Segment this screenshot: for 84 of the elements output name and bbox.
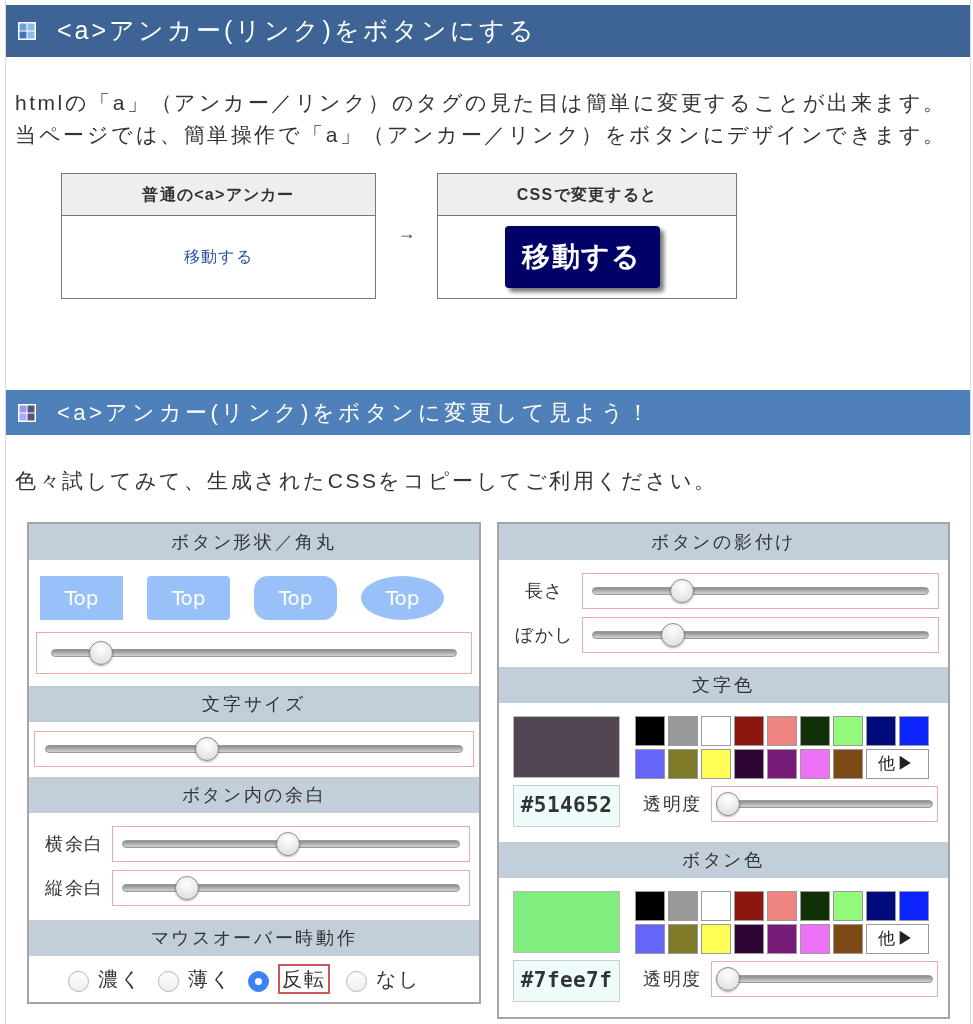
slider-thumb[interactable] [89, 641, 114, 665]
slider-track[interactable] [716, 792, 933, 816]
color-swatch[interactable] [800, 891, 830, 921]
color-swatch[interactable] [668, 891, 698, 921]
color-swatch[interactable] [833, 924, 863, 954]
slider-track[interactable] [45, 737, 463, 761]
color-swatch[interactable] [833, 891, 863, 921]
color-swatch[interactable] [767, 716, 797, 746]
color-swatch[interactable] [635, 891, 665, 921]
slider-track[interactable] [51, 641, 457, 665]
instructions-text: 色々試してみて、生成されたCSSをコピーしてご利用ください。 [15, 468, 719, 494]
grid-icon [18, 22, 36, 40]
section-heading: ボタン内の余白 [29, 777, 479, 813]
slider-label: 縦余白 [44, 876, 105, 900]
section-heading: ボタンの影付け [499, 524, 948, 560]
color-swatch[interactable] [734, 716, 764, 746]
slider-track[interactable] [122, 832, 460, 856]
header-title: <a>アンカー(リンク)をボタンにする [57, 15, 537, 47]
slider-thumb[interactable] [716, 967, 740, 991]
section-heading: ボタン形状／角丸 [29, 524, 479, 560]
color-swatch[interactable] [635, 716, 665, 746]
color-swatch[interactable] [800, 716, 830, 746]
color-swatch[interactable] [701, 924, 731, 954]
color-swatch[interactable] [734, 749, 764, 779]
slider-thumb[interactable] [670, 579, 695, 603]
section-heading: マウスオーバー時動作 [29, 920, 479, 956]
slider-track[interactable] [592, 623, 929, 647]
section-heading: 文字色 [499, 667, 948, 703]
slider-track[interactable] [122, 876, 460, 900]
radio-button[interactable] [158, 970, 179, 992]
color-swatch[interactable] [668, 716, 698, 746]
slider-label: ぼかし [514, 623, 575, 647]
color-swatch[interactable] [701, 749, 731, 779]
slider-track[interactable] [592, 579, 929, 603]
color-swatch[interactable] [701, 891, 731, 921]
color-swatch[interactable] [767, 749, 797, 779]
color-swatch[interactable] [635, 749, 665, 779]
slider-label: 横余白 [44, 832, 105, 856]
color-swatch[interactable] [734, 891, 764, 921]
hex-field[interactable]: #514652 [513, 785, 620, 827]
color-swatch[interactable] [866, 891, 896, 921]
radio-label[interactable]: なし [376, 966, 420, 992]
slider-label: 長さ [524, 579, 565, 603]
slider-thumb[interactable] [275, 832, 300, 856]
card-heading: CSSで変更すると [438, 174, 736, 216]
color-swatch[interactable] [899, 891, 929, 921]
styled-link-button[interactable]: 移動する [504, 226, 660, 288]
anchor-link[interactable]: 移動する [183, 245, 254, 269]
slider-thumb[interactable] [660, 623, 685, 647]
color-swatch[interactable] [899, 716, 929, 746]
section-heading: ボタン色 [499, 842, 948, 878]
header-title: <a>アンカー(リンク)をボタンに変更して見よう！ [57, 399, 653, 427]
slider-track[interactable] [716, 967, 933, 991]
color-swatch[interactable] [833, 716, 863, 746]
radio-label[interactable]: 薄く [188, 966, 232, 992]
section-heading: 文字サイズ [29, 686, 479, 722]
color-swatch[interactable] [767, 924, 797, 954]
radio-button[interactable] [68, 970, 89, 992]
color-swatch[interactable] [734, 924, 764, 954]
color-swatch[interactable] [833, 749, 863, 779]
more-colors-button[interactable]: 他▶ [866, 749, 929, 779]
color-swatch[interactable] [701, 716, 731, 746]
slider-thumb[interactable] [175, 876, 200, 900]
more-colors-button[interactable]: 他▶ [866, 924, 929, 954]
color-swatch[interactable] [800, 749, 830, 779]
radio-button[interactable] [248, 970, 269, 992]
color-swatch[interactable] [800, 924, 830, 954]
color-swatch[interactable] [866, 716, 896, 746]
grid-icon [18, 403, 36, 422]
color-swatch[interactable] [635, 924, 665, 954]
radio-label[interactable]: 反転 [278, 964, 330, 994]
slider-thumb[interactable] [716, 792, 740, 816]
opacity-label: 透明度 [642, 792, 703, 816]
color-swatch[interactable] [668, 924, 698, 954]
intro-paragraph: htmlの「a」（アンカー／リンク）のタグの見た目は簡単に変更することが出来ます。 当ページでは、簡単操作で「a」（アンカー／リンク）をボタンにデザインできます。 [15, 90, 948, 148]
radio-label[interactable]: 濃く [98, 966, 142, 992]
color-swatch[interactable] [767, 891, 797, 921]
color-swatch[interactable] [668, 749, 698, 779]
radio-button[interactable] [346, 970, 367, 992]
hex-field[interactable]: #7fee7f [513, 960, 620, 1002]
card-heading: 普通の<a>アンカー [62, 174, 375, 216]
arrow: → [397, 221, 416, 245]
opacity-label: 透明度 [642, 967, 703, 991]
slider-thumb[interactable] [194, 737, 219, 761]
